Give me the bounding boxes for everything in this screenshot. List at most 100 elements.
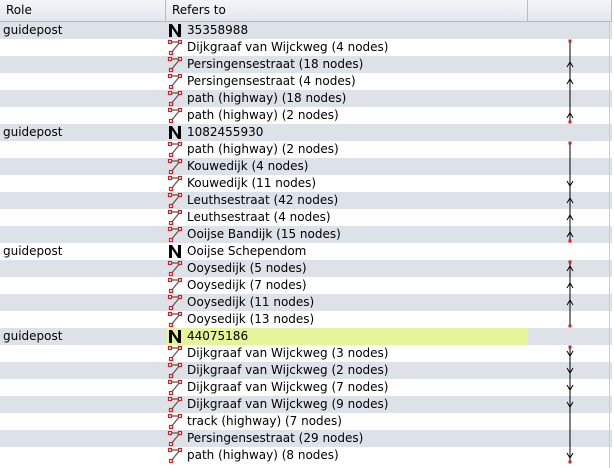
member-label: Ooysedijk (13 nodes): [187, 312, 315, 326]
way-icon: [167, 226, 183, 243]
refers-to-cell[interactable]: Leuthsestraat (42 nodes): [166, 192, 528, 209]
refers-to-cell[interactable]: Persingensestraat (29 nodes): [166, 430, 528, 447]
member-row[interactable]: Kouwedijk (4 nodes): [0, 158, 612, 175]
refers-to-cell[interactable]: 44075186: [166, 328, 528, 345]
role-cell[interactable]: guidepost: [3, 243, 62, 260]
refers-to-cell[interactable]: Kouwedijk (11 nodes): [166, 175, 528, 192]
member-label: path (highway) (2 nodes): [187, 108, 339, 122]
way-icon: [167, 73, 183, 90]
role-column-header[interactable]: Role: [0, 0, 166, 21]
refers-to-cell[interactable]: track (highway) (7 nodes): [166, 413, 528, 430]
member-row[interactable]: Ooysedijk (5 nodes): [0, 260, 612, 277]
member-row[interactable]: path (highway) (8 nodes): [0, 447, 612, 464]
member-row-guidepost[interactable]: guidepost Ooijse Schependom: [0, 243, 612, 260]
member-row[interactable]: path (highway) (2 nodes): [0, 141, 612, 158]
member-label: Kouwedijk (4 nodes): [187, 159, 309, 173]
way-icon: [167, 107, 183, 124]
member-row[interactable]: path (highway) (2 nodes): [0, 107, 612, 124]
member-row[interactable]: Persingensestraat (4 nodes): [0, 73, 612, 90]
refers-to-cell[interactable]: Ooysedijk (13 nodes): [166, 311, 528, 328]
refers-to-column-header[interactable]: Refers to: [166, 0, 528, 21]
member-row[interactable]: Dijkgraaf van Wijckweg (3 nodes): [0, 345, 612, 362]
way-connection-indicator: [560, 22, 580, 39]
way-icon: [167, 90, 183, 107]
role-cell[interactable]: guidepost: [3, 124, 62, 141]
member-label: Dijkgraaf van Wijckweg (4 nodes): [187, 40, 389, 54]
member-label: Ooijse Schependom: [187, 244, 307, 258]
role-cell[interactable]: guidepost: [3, 328, 62, 345]
member-label: path (highway) (8 nodes): [187, 448, 339, 462]
way-connection-indicator: [560, 226, 580, 243]
member-row[interactable]: Ooysedijk (13 nodes): [0, 311, 612, 328]
way-connection-indicator: [560, 209, 580, 226]
member-row[interactable]: Ooysedijk (11 nodes): [0, 294, 612, 311]
way-icon: [167, 447, 183, 464]
way-connection-indicator: [560, 396, 580, 413]
member-label: Leuthsestraat (42 nodes): [187, 193, 339, 207]
way-icon: [167, 345, 183, 362]
member-row[interactable]: Dijkgraaf van Wijckweg (9 nodes): [0, 396, 612, 413]
refers-to-cell[interactable]: Dijkgraaf van Wijckweg (7 nodes): [166, 379, 528, 396]
member-row[interactable]: Dijkgraaf van Wijckweg (7 nodes): [0, 379, 612, 396]
refers-to-cell[interactable]: Persingensestraat (4 nodes): [166, 73, 528, 90]
member-row[interactable]: Leuthsestraat (42 nodes): [0, 192, 612, 209]
member-row[interactable]: path (highway) (18 nodes): [0, 90, 612, 107]
refers-to-cell[interactable]: Ooijse Schependom: [166, 243, 528, 260]
member-label: 35358988: [187, 23, 249, 37]
refers-to-cell[interactable]: 1082455930: [166, 124, 528, 141]
member-row-guidepost[interactable]: guidepost 1082455930: [0, 124, 612, 141]
member-row[interactable]: Ooysedijk (7 nodes): [0, 277, 612, 294]
member-row-guidepost[interactable]: guidepost 35358988: [0, 22, 612, 39]
way-icon: [167, 413, 183, 430]
way-icon: [167, 379, 183, 396]
refers-to-cell[interactable]: Persingensestraat (18 nodes): [166, 56, 528, 73]
member-row[interactable]: Dijkgraaf van Wijckweg (4 nodes): [0, 39, 612, 56]
refers-to-cell[interactable]: 35358988: [166, 22, 528, 39]
way-connection-indicator: [560, 379, 580, 396]
refers-to-cell[interactable]: Ooysedijk (11 nodes): [166, 294, 528, 311]
way-connection-indicator: [560, 243, 580, 260]
member-row[interactable]: Dijkgraaf van Wijckweg (2 nodes): [0, 362, 612, 379]
way-connection-indicator: [560, 73, 580, 90]
way-icon: [167, 277, 183, 294]
way-icon: [167, 260, 183, 277]
refers-to-cell[interactable]: path (highway) (8 nodes): [166, 447, 528, 464]
refers-to-cell[interactable]: path (highway) (18 nodes): [166, 90, 528, 107]
member-label: Dijkgraaf van Wijckweg (7 nodes): [187, 380, 389, 394]
member-row[interactable]: Persingensestraat (29 nodes): [0, 430, 612, 447]
member-label: Dijkgraaf van Wijckweg (2 nodes): [187, 363, 389, 377]
member-row[interactable]: track (highway) (7 nodes): [0, 413, 612, 430]
way-connection-indicator: [560, 277, 580, 294]
way-icon: [167, 430, 183, 447]
refers-to-cell[interactable]: Dijkgraaf van Wijckweg (4 nodes): [166, 39, 528, 56]
table-header: Role Refers to: [0, 0, 612, 22]
linkage-column-header[interactable]: [528, 0, 612, 21]
way-connection-indicator: [560, 430, 580, 447]
way-connection-indicator: [560, 311, 580, 328]
member-row[interactable]: Persingensestraat (18 nodes): [0, 56, 612, 73]
refers-to-cell[interactable]: Leuthsestraat (4 nodes): [166, 209, 528, 226]
member-row[interactable]: Ooijse Bandijk (15 nodes): [0, 226, 612, 243]
refers-to-cell[interactable]: Kouwedijk (4 nodes): [166, 158, 528, 175]
refers-to-cell[interactable]: Ooysedijk (7 nodes): [166, 277, 528, 294]
way-connection-indicator: [560, 124, 580, 141]
way-connection-indicator: [560, 56, 580, 73]
way-connection-indicator: [560, 362, 580, 379]
refers-to-cell[interactable]: Ooijse Bandijk (15 nodes): [166, 226, 528, 243]
way-connection-indicator: [560, 413, 580, 430]
node-icon: [167, 124, 183, 141]
refers-to-cell[interactable]: Dijkgraaf van Wijckweg (2 nodes): [166, 362, 528, 379]
role-cell[interactable]: guidepost: [3, 22, 62, 39]
member-row[interactable]: Leuthsestraat (4 nodes): [0, 209, 612, 226]
member-row-guidepost[interactable]: guidepost 44075186: [0, 328, 612, 345]
refers-to-cell[interactable]: Dijkgraaf van Wijckweg (9 nodes): [166, 396, 528, 413]
member-row[interactable]: Kouwedijk (11 nodes): [0, 175, 612, 192]
refers-to-cell[interactable]: Ooysedijk (5 nodes): [166, 260, 528, 277]
refers-to-cell[interactable]: path (highway) (2 nodes): [166, 141, 528, 158]
refers-to-cell[interactable]: Dijkgraaf van Wijckweg (3 nodes): [166, 345, 528, 362]
member-label: track (highway) (7 nodes): [187, 414, 342, 428]
member-label: 44075186: [187, 329, 249, 343]
refers-to-cell[interactable]: path (highway) (2 nodes): [166, 107, 528, 124]
way-connection-indicator: [560, 260, 580, 277]
way-connection-indicator: [560, 447, 580, 464]
